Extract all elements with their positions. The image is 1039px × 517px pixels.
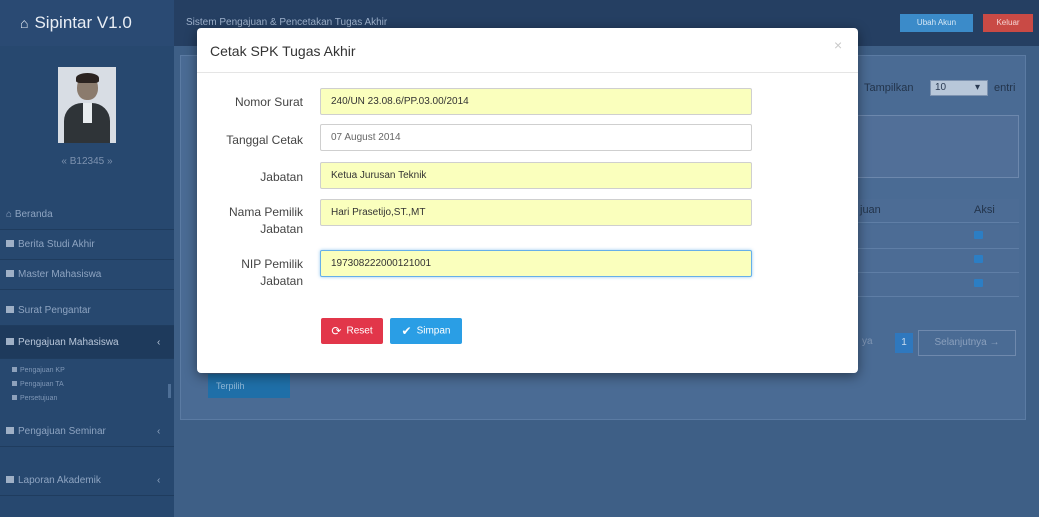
jabatan-field[interactable] [320, 162, 752, 189]
modal-header: Cetak SPK Tugas Akhir × [197, 28, 858, 73]
sidebar-item-berita[interactable]: Berita Studi Akhir [0, 230, 174, 260]
ubah-akun-label: Ubah Akun [916, 18, 957, 27]
book-icon [12, 381, 17, 386]
chevron-left-icon: ‹ [157, 337, 161, 348]
jabatan-label: Jabatan [260, 170, 303, 184]
table-row [856, 249, 1019, 273]
sidebar-subitem-pengajuan-ta[interactable]: Pengajuan TA [12, 381, 64, 388]
show-entries-label: Tampilkan [864, 82, 914, 94]
entries-select-value: 10 [935, 82, 947, 93]
nama-pemilik-jabatan-label: Nama Pemilik Jabatan [228, 205, 303, 236]
sidebar-item-label: Master Mahasiswa [18, 269, 102, 280]
breadcrumb: Sistem Pengajuan & Pencetakan Tugas Akhi… [186, 17, 388, 28]
print-icon[interactable] [974, 231, 983, 239]
sidebar-item-surat-pengantar[interactable]: Surat Pengantar [0, 296, 174, 326]
print-icon[interactable] [974, 279, 983, 287]
brand[interactable]: ⌂ Sipintar V1.0 [0, 0, 174, 46]
brand-title: Sipintar V1.0 [34, 13, 132, 32]
sidebar-scrollbar[interactable] [168, 384, 171, 398]
close-icon[interactable]: × [834, 37, 842, 53]
chevron-left-icon: ‹ [157, 475, 161, 486]
cetak-spk-modal: Cetak SPK Tugas Akhir × Nomor Surat Tang… [197, 28, 858, 373]
pagination-next[interactable]: Selanjutnya → [918, 330, 1016, 356]
sidebar-item-label: Berita Studi Akhir [18, 239, 95, 250]
column-header-aksi[interactable]: Aksi [974, 204, 995, 216]
nip-pemilik-jabatan-label: NIP Pemilik Jabatan [241, 257, 303, 288]
sidebar-item-label: Laporan Akademik [18, 475, 101, 486]
entries-label: entri [994, 82, 1016, 94]
sidebar: « B12345 » ⌂ Beranda Berita Studi Akhir … [0, 46, 174, 517]
sidebar-item-label: Surat Pengantar [18, 305, 91, 316]
reset-label: Reset [346, 325, 373, 337]
sidebar-item-label: Beranda [14, 209, 53, 220]
refresh-icon: ⟳ [331, 324, 342, 338]
tanggal-cetak-label: Tanggal Cetak [226, 133, 303, 147]
nama-pemilik-jabatan-field[interactable] [320, 199, 752, 226]
sidebar-item-laporan-akademik[interactable]: Laporan Akademik ‹ [0, 466, 174, 496]
save-label: Simpan [416, 325, 451, 337]
nomor-surat-field[interactable] [320, 88, 752, 115]
username: « B12345 » [61, 156, 113, 167]
chevron-left-icon: ‹ [157, 426, 161, 437]
terpilih-button[interactable]: Terpilih [208, 374, 290, 398]
book-icon [6, 476, 14, 483]
sidebar-item-master-mahasiswa[interactable]: Master Mahasiswa [0, 260, 174, 290]
caret-down-icon: ▾ [975, 82, 981, 93]
sidebar-subitem-label: Pengajuan KP [20, 367, 65, 374]
home-icon: ⌂ [6, 209, 13, 220]
book-icon [6, 427, 14, 434]
print-icon[interactable] [974, 255, 983, 263]
table-header-row: juan Aksi [856, 199, 1019, 223]
avatar [58, 67, 116, 143]
table-row [856, 225, 1019, 249]
nip-pemilik-jabatan-field[interactable] [320, 250, 752, 277]
nomor-surat-label: Nomor Surat [234, 95, 303, 109]
book-icon [6, 270, 14, 277]
sidebar-item-label: Pengajuan Seminar [18, 426, 106, 437]
book-icon [6, 240, 14, 247]
book-icon [6, 338, 14, 345]
reset-button[interactable]: ⟳ Reset [321, 318, 383, 344]
sidebar-item-label: Pengajuan Mahasiswa [18, 337, 119, 348]
entries-select[interactable]: 10 ▾ [930, 80, 988, 96]
ubah-akun-button[interactable]: Ubah Akun [900, 14, 973, 32]
sidebar-subitem-label: Persetujuan [20, 395, 58, 402]
sidebar-item-pengajuan-seminar[interactable]: Pengajuan Seminar ‹ [0, 417, 174, 447]
book-icon [6, 306, 14, 313]
book-icon [12, 395, 17, 400]
data-table: juan Aksi [856, 199, 1019, 301]
sidebar-item-beranda[interactable]: ⌂ Beranda [0, 200, 174, 230]
sidebar-subitem-label: Pengajuan TA [20, 381, 64, 388]
sidebar-subitem-pengajuan-kp[interactable]: Pengajuan KP [12, 367, 65, 374]
tanggal-cetak-field[interactable] [320, 124, 752, 151]
modal-title: Cetak SPK Tugas Akhir [210, 43, 356, 59]
logout-button[interactable]: Keluar [983, 14, 1033, 32]
sidebar-subitem-persetujuan[interactable]: Persetujuan [12, 395, 57, 402]
column-header-pengajuan[interactable]: juan [860, 204, 881, 216]
terpilih-label: Terpilih [216, 381, 245, 391]
table-row [856, 273, 1019, 297]
pagination-page-1[interactable]: 1 [895, 333, 913, 353]
logout-label: Keluar [996, 18, 1020, 27]
save-button[interactable]: ✔ Simpan [390, 318, 462, 344]
filter-box [856, 115, 1019, 178]
pagination-prev[interactable]: ya [862, 330, 873, 354]
home-icon: ⌂ [20, 15, 29, 31]
book-icon [12, 367, 17, 372]
sidebar-item-pengajuan-mahasiswa[interactable]: Pengajuan Mahasiswa ‹ [0, 326, 174, 359]
check-icon: ✔ [401, 324, 412, 338]
